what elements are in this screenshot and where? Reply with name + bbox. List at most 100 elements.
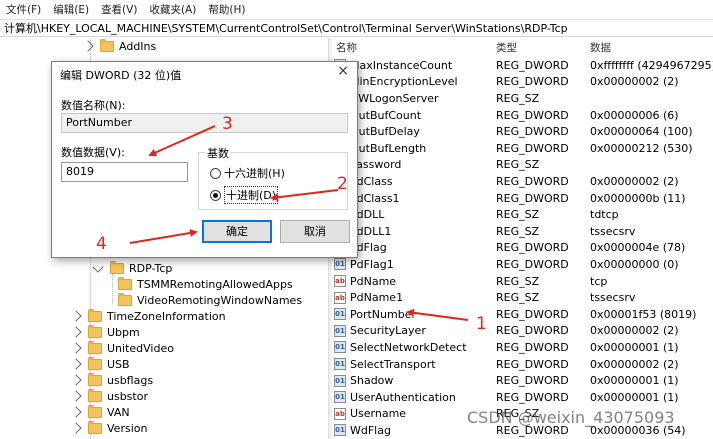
value-name: PdName [350, 274, 397, 288]
radio-dec-label: 十进制(D) [224, 186, 279, 204]
value-type: REG_DWORD [496, 241, 569, 255]
annotation-number-3: 3 [222, 114, 233, 134]
tree-item-label: UnitedVideo [107, 341, 174, 355]
radio-selected-icon[interactable] [210, 189, 221, 201]
chevron-right-icon[interactable] [70, 374, 82, 386]
tree-item-usbstor[interactable]: usbstor [70, 388, 148, 404]
value-name: OutBufCount [350, 108, 422, 122]
tree-item-rdp-tcp[interactable]: RDP-Tcp [92, 260, 172, 276]
list-header: 名称 类型 数据 [332, 38, 713, 56]
tree-item-tsmm-remoting[interactable]: TSMMRemotingAllowedApps [118, 276, 293, 292]
chevron-right-icon[interactable] [70, 310, 82, 322]
list-item[interactable]: 01 SelectNetworkDetect REG_DWORD 0x00000001… [332, 339, 713, 356]
value-name: MaxInstanceCount [350, 58, 453, 72]
binary-value-icon: 01 [334, 258, 346, 271]
folder-icon [88, 404, 102, 418]
value-type: REG_DWORD [496, 75, 569, 89]
value-name-cell: 01 PdFlag1 [334, 258, 394, 271]
column-header-type[interactable]: 类型 [496, 40, 517, 55]
folder-icon [88, 340, 102, 354]
menu-edit[interactable]: 编辑(E) [53, 2, 89, 17]
folder-icon [100, 38, 114, 52]
radio-decimal[interactable]: 十进制(D) [210, 186, 279, 204]
list-item[interactable]: 01 PortNumber REG_DWORD 0x00001f53 (8019) [332, 306, 713, 323]
chevron-right-icon[interactable] [70, 422, 82, 434]
tree-item-ubpm[interactable]: Ubpm [70, 324, 140, 340]
close-icon[interactable]: × [337, 63, 349, 79]
menu-favorites[interactable]: 收藏夹(A) [149, 2, 196, 17]
menu-help[interactable]: 帮助(H) [208, 2, 245, 17]
list-item[interactable]: 01MinEncryptionLevelREG_DWORD0x00000002 … [332, 74, 713, 91]
chevron-right-icon[interactable] [70, 342, 82, 354]
ok-button[interactable]: 确定 [202, 220, 272, 243]
chevron-down-icon[interactable] [92, 260, 104, 273]
value-name-cell: ab Username [334, 407, 406, 420]
value-data: tssecsrv [590, 224, 636, 238]
chevron-right-icon[interactable] [70, 406, 82, 418]
tree-guide-line [112, 274, 113, 304]
tree-item-version[interactable]: Version [70, 420, 148, 436]
tree-item-label: VAN [107, 405, 130, 419]
tree-item-label: Ubpm [107, 325, 140, 339]
chevron-right-icon[interactable] [70, 326, 82, 338]
values-list[interactable]: 名称 类型 数据 01 MaxInstanceCount REG_DWORD 0xff… [332, 38, 713, 439]
column-header-data[interactable]: 数据 [590, 40, 611, 55]
list-item[interactable]: 01OutBufDelayREG_DWORD0x00000064 (100) [332, 123, 713, 140]
list-item[interactable]: 01PdClass1REG_DWORD0x0000000b (11) [332, 190, 713, 207]
tree-item-addins[interactable]: AddIns [82, 38, 156, 54]
list-item[interactable]: abPdDLLREG_SZtdtcp [332, 206, 713, 223]
list-item[interactable]: 01MaxInstanceCountREG_DWORD0xffffffff (4… [332, 57, 713, 74]
value-type: REG_DWORD [496, 340, 569, 354]
menu-view[interactable]: 查看(V) [101, 2, 137, 17]
value-name: PdFlag1 [350, 257, 394, 271]
tree-item-timezone[interactable]: TimeZoneInformation [70, 308, 226, 324]
chevron-right-icon[interactable] [82, 40, 94, 52]
list-item[interactable]: ab PdName1 REG_SZ tssecsrv [332, 289, 713, 306]
address-bar[interactable]: 计算机\HKEY_LOCAL_MACHINE\SYSTEM\CurrentCon… [0, 19, 713, 37]
value-type: REG_DWORD [496, 108, 569, 122]
list-item[interactable]: abPasswordREG_SZ [332, 157, 713, 174]
radio-circle-icon[interactable] [210, 167, 221, 179]
value-data: 0x00000002 (2) [590, 75, 679, 89]
cancel-button[interactable]: 取消 [280, 220, 350, 243]
menu-file[interactable]: 文件(F) [6, 2, 41, 17]
tree-item-usbflags[interactable]: usbflags [70, 372, 153, 388]
list-item[interactable]: ab PdName REG_SZ tcp [332, 273, 713, 290]
list-item[interactable]: abNWLogonServerREG_SZ [332, 90, 713, 107]
base-group-label: 基数 [205, 145, 231, 161]
value-name: PdName1 [350, 291, 404, 305]
value-name: MinEncryptionLevel [350, 75, 458, 89]
value-type: REG_DWORD [496, 307, 569, 321]
list-item[interactable]: 01OutBufCountREG_DWORD0x00000006 (6) [332, 107, 713, 124]
tree-item-usb[interactable]: USB [70, 356, 130, 372]
list-item[interactable]: 01 UserAuthentication REG_DWORD 0x00000001 … [332, 389, 713, 406]
value-name-cell: ab PdName [334, 275, 396, 288]
folder-icon [88, 324, 102, 338]
list-item[interactable]: 01 Shadow REG_DWORD 0x00000001 (1) [332, 372, 713, 389]
value-name: OutBufLength [350, 141, 427, 155]
chevron-right-icon[interactable] [70, 390, 82, 402]
folder-icon [118, 276, 132, 290]
value-data: 0x0000004e (78) [590, 241, 686, 255]
tree-item-label: USB [107, 357, 130, 371]
list-item[interactable]: 01OutBufLengthREG_DWORD0x00000212 (530) [332, 140, 713, 157]
value-type: REG_DWORD [496, 374, 569, 388]
list-item[interactable]: 01 PdFlag1 REG_DWORD 0x00000000 (0) [332, 256, 713, 273]
list-item[interactable]: 01PdFlagREG_DWORD0x0000004e (78) [332, 240, 713, 257]
tree-item-van[interactable]: VAN [70, 404, 130, 420]
tree-item-video-remoting[interactable]: VideoRemotingWindowNames [118, 292, 302, 308]
list-item[interactable]: 01PdClassREG_DWORD0x00000002 (2) [332, 173, 713, 190]
tree-item-label: Version [107, 421, 148, 435]
tree-item-unitedvideo[interactable]: UnitedVideo [70, 340, 174, 356]
column-header-name[interactable]: 名称 [336, 40, 357, 55]
list-item[interactable]: abPdDLL1REG_SZtssecsrv [332, 223, 713, 240]
value-name: Shadow [350, 374, 394, 388]
edit-dword-dialog: 编辑 DWORD (32 位)值 × 数值名称(N): PortNumber 数… [51, 61, 358, 258]
value-data: tcp [590, 274, 608, 288]
value-type: REG_SZ [496, 224, 540, 238]
list-item[interactable]: 01 SelectTransport REG_DWORD 0x00000002 (2) [332, 356, 713, 373]
value-data-input[interactable]: 8019 [61, 162, 188, 182]
list-item[interactable]: 01 SecurityLayer REG_DWORD 0x00000002 (2) [332, 323, 713, 340]
chevron-right-icon[interactable] [70, 358, 82, 370]
radio-hexadecimal[interactable]: 十六进制(H) [210, 165, 285, 181]
